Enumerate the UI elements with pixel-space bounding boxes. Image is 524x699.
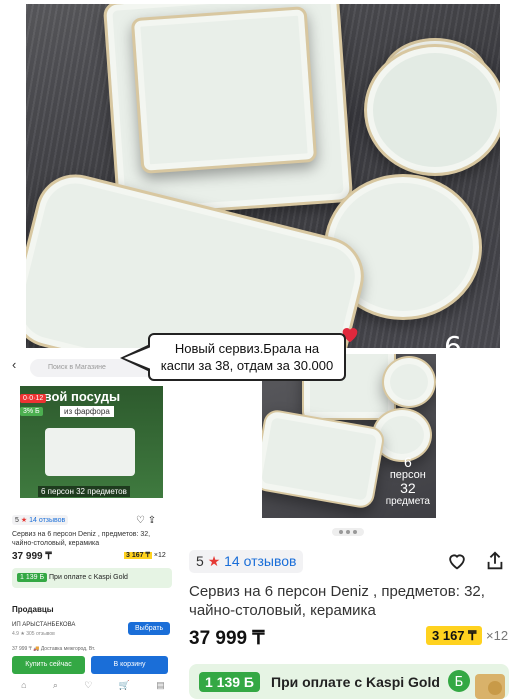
seller-meta: 4.9 ★ 305 отзывов bbox=[12, 631, 55, 637]
product-title: Сервиз на 6 персон Deniz , предметов: 32… bbox=[189, 583, 485, 619]
seller-name[interactable]: ИП АРЫСТАНБЕКОВА bbox=[12, 622, 75, 628]
bonus-badge: 3% Б bbox=[20, 407, 43, 416]
gold-bonus-amount: 1 139 Б bbox=[199, 672, 260, 692]
back-arrow-icon[interactable]: ‹ bbox=[12, 357, 16, 372]
photo-corner-number: 6 bbox=[444, 330, 462, 348]
phone-installment-price: 3 167 ₸ bbox=[124, 552, 152, 559]
gallery-caption-4: предмета bbox=[385, 496, 430, 507]
phone-kaspi-gold-banner[interactable]: 1 139 Б При оплате с Kaspi Gold bbox=[12, 568, 172, 588]
star-icon: ★ bbox=[20, 517, 28, 524]
gold-banner-text: При оплате с Kaspi Gold bbox=[271, 674, 440, 690]
bubble-line-1: Новый сервиз.Брала на bbox=[174, 341, 320, 356]
gallery-platter bbox=[262, 408, 387, 510]
heart-outline-icon[interactable]: ♡ bbox=[136, 515, 145, 526]
gallery-caption: 6 персон 32 предмета bbox=[385, 454, 430, 508]
heart-outline-icon[interactable] bbox=[446, 550, 468, 572]
rating-value: 5 bbox=[196, 553, 204, 569]
gallery-pagination[interactable] bbox=[332, 528, 364, 536]
kaspi-card-icon bbox=[475, 674, 505, 699]
rating-value: 5 bbox=[15, 517, 19, 524]
bubble-line-2: каспи за 38, отдам за 30.000 bbox=[160, 358, 334, 373]
banner-caption: 6 персон 32 предметов bbox=[38, 486, 130, 497]
gallery-caption-3: 32 bbox=[400, 480, 416, 496]
nav-search-icon[interactable]: ⌕ bbox=[53, 680, 58, 699]
sellers-header: Продавцы bbox=[12, 605, 54, 614]
phone-product-title: Сервиз на 6 персон Deniz , предметов: 32… bbox=[12, 531, 151, 547]
share-icon[interactable] bbox=[484, 550, 506, 572]
bonus-coin-icon: Б bbox=[448, 670, 470, 692]
choose-button[interactable]: Выбрать bbox=[128, 622, 171, 635]
nav-cart-icon[interactable]: 🛒 bbox=[119, 680, 130, 699]
gallery-caption-1: 6 bbox=[403, 454, 412, 470]
installment-price: 3 167 ₸ bbox=[426, 626, 483, 645]
installment-info[interactable]: 3 167 ₸ ×12 bbox=[426, 626, 509, 645]
speech-bubble: Новый сервиз.Брала на каспи за 38, отдам… bbox=[148, 333, 346, 381]
nav-orders-icon[interactable]: ▤ bbox=[156, 680, 165, 699]
product-price: 37 999 ₸ bbox=[189, 628, 265, 649]
phone-installment-term: ×12 bbox=[153, 552, 166, 559]
bubble-tail-inner bbox=[124, 347, 151, 369]
product-photo-large: 6 bbox=[26, 4, 500, 348]
bottom-nav: ⌂ ⌕ ♡ 🛒 ▤ bbox=[8, 680, 178, 699]
rating-chip[interactable]: 5 ★ 14 отзывов bbox=[189, 550, 304, 573]
installment-badge: 0·0·12 bbox=[20, 394, 47, 403]
phone-gold-amount: 1 139 Б bbox=[17, 573, 48, 582]
share-icon[interactable]: ⇪ bbox=[148, 515, 156, 526]
app-screenshot: ‹ Поиск в Магазине оловой посуды из фарф… bbox=[8, 352, 178, 699]
installment-term: ×12 bbox=[486, 628, 509, 643]
buy-now-button[interactable]: Купить сейчас bbox=[12, 656, 85, 674]
phone-price: 37 999 ₸ bbox=[12, 551, 52, 562]
reviews-link[interactable]: 14 отзывов bbox=[29, 517, 65, 524]
rating-chip[interactable]: 5 ★ 14 отзывов bbox=[12, 515, 69, 525]
reviews-link[interactable]: 14 отзывов bbox=[224, 553, 296, 569]
gallery-cup bbox=[382, 356, 436, 408]
nav-favorites-icon[interactable]: ♡ bbox=[84, 680, 92, 699]
add-to-cart-button[interactable]: В корзину bbox=[91, 656, 168, 674]
phone-actions: ♡ ⇪ bbox=[136, 515, 156, 526]
phone-gold-text: При оплате с Kaspi Gold bbox=[49, 574, 128, 581]
banner-subtitle: из фарфора bbox=[60, 406, 114, 417]
svg-text:Б: Б bbox=[455, 675, 464, 690]
phone-installment: 3 167 ₸ ×12 bbox=[124, 551, 166, 559]
saucer bbox=[364, 44, 500, 176]
banner-dishes-image bbox=[45, 428, 135, 476]
delivery-line: 37 999 ₸ 🚚 Доставка межгород, Вт. bbox=[12, 646, 96, 652]
nav-home-icon[interactable]: ⌂ bbox=[21, 680, 26, 699]
star-icon: ★ bbox=[207, 553, 221, 569]
square-plate-small bbox=[130, 6, 318, 174]
kaspi-gold-banner[interactable]: 1 139 Б При оплате с Kaspi Gold Б bbox=[189, 664, 509, 699]
